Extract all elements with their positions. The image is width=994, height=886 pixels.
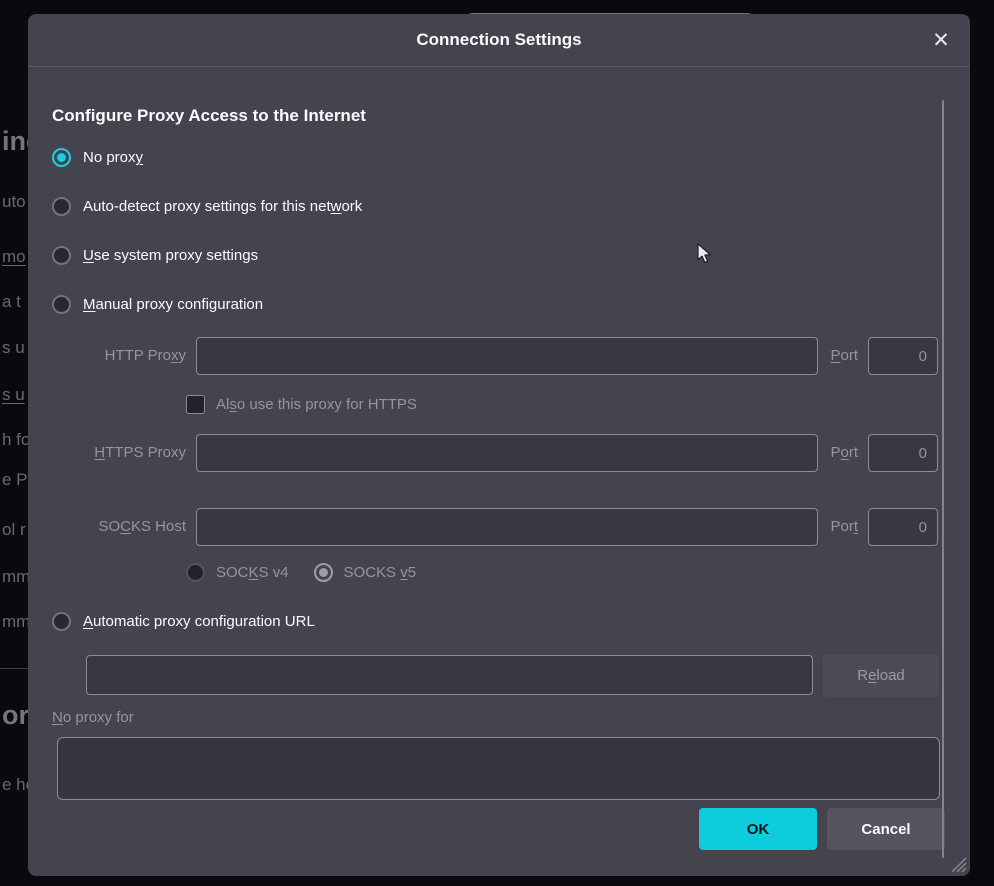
radio-label: No proxy [83, 149, 143, 166]
dialog-title: Connection Settings [28, 14, 970, 66]
background-text-fragment: uto [2, 192, 26, 212]
https-port-label: Port [774, 434, 858, 472]
background-text-fragment: mm [2, 612, 30, 632]
radio-label: Use system proxy settings [83, 247, 258, 264]
no-proxy-for-label: No proxy for [52, 709, 134, 726]
radio-row-manual-proxy[interactable]: Manual proxy configuration [52, 295, 263, 314]
no-proxy-for-textarea [57, 737, 940, 800]
also-https-checkbox-row: Also use this proxy for HTTPS [186, 395, 417, 414]
checkbox-label: Also use this proxy for HTTPS [216, 396, 417, 413]
ok-button[interactable]: OK [699, 808, 817, 850]
also-https-checkbox [186, 395, 205, 414]
socks-v4-label: SOCKS v4 [216, 564, 289, 581]
mouse-cursor-icon [697, 243, 712, 264]
section-heading: Configure Proxy Access to the Internet [52, 106, 366, 126]
https-proxy-input [196, 434, 818, 472]
background-divider [0, 668, 28, 669]
cancel-button[interactable]: Cancel [827, 808, 945, 850]
resize-grip-icon[interactable] [946, 852, 968, 874]
radio-row-use-system[interactable]: Use system proxy settings [52, 246, 258, 265]
https-proxy-label: HTTPS Proxy [52, 434, 186, 472]
close-button[interactable]: ✕ [924, 23, 958, 57]
radio-auto-url[interactable] [52, 612, 71, 631]
reload-button: Reload [823, 654, 939, 697]
https-port-input [868, 434, 938, 472]
radio-use-system[interactable] [52, 246, 71, 265]
background-text-fragment: ol r [2, 520, 26, 540]
socks-host-label: SOCKS Host [52, 508, 186, 546]
radio-label: Automatic proxy configuration URL [83, 613, 315, 630]
socks-version-row: SOCKS v4 SOCKS v5 [186, 563, 416, 582]
background-text-fragment: s u [2, 338, 25, 358]
background-text-fragment: mo [2, 247, 26, 267]
radio-no-proxy[interactable] [52, 148, 71, 167]
reload-label: Reload [857, 667, 905, 684]
connection-settings-dialog: Connection Settings ✕ Configure Proxy Ac… [28, 14, 970, 876]
http-proxy-label: HTTP Proxy [52, 337, 186, 375]
http-proxy-input [196, 337, 818, 375]
radio-manual-proxy[interactable] [52, 295, 71, 314]
background-text-fragment: mm [2, 567, 30, 587]
radio-label: Manual proxy configuration [83, 296, 263, 313]
background-text-fragment: h fo [2, 430, 30, 450]
auto-url-input [86, 655, 813, 695]
http-port-label: Port [774, 337, 858, 375]
close-icon: ✕ [932, 28, 950, 53]
dialog-header: Connection Settings ✕ [28, 14, 970, 67]
background-text-fragment: e Pi [2, 470, 31, 490]
socks-host-input [196, 508, 818, 546]
radio-row-auto-url[interactable]: Automatic proxy configuration URL [52, 612, 315, 631]
radio-socks-v5 [314, 563, 333, 582]
radio-socks-v4 [186, 563, 205, 582]
background-text-fragment: a t [2, 292, 21, 312]
radio-row-auto-detect[interactable]: Auto-detect proxy settings for this netw… [52, 197, 362, 216]
radio-auto-detect[interactable] [52, 197, 71, 216]
background-text-fragment: s u [2, 385, 25, 405]
http-port-input [868, 337, 938, 375]
dialog-scrollbar[interactable] [942, 100, 944, 858]
socks-port-label: Port [774, 508, 858, 546]
radio-row-no-proxy[interactable]: No proxy [52, 148, 143, 167]
socks-v5-label: SOCKS v5 [344, 564, 417, 581]
socks-port-input [868, 508, 938, 546]
radio-label: Auto-detect proxy settings for this netw… [83, 198, 362, 215]
